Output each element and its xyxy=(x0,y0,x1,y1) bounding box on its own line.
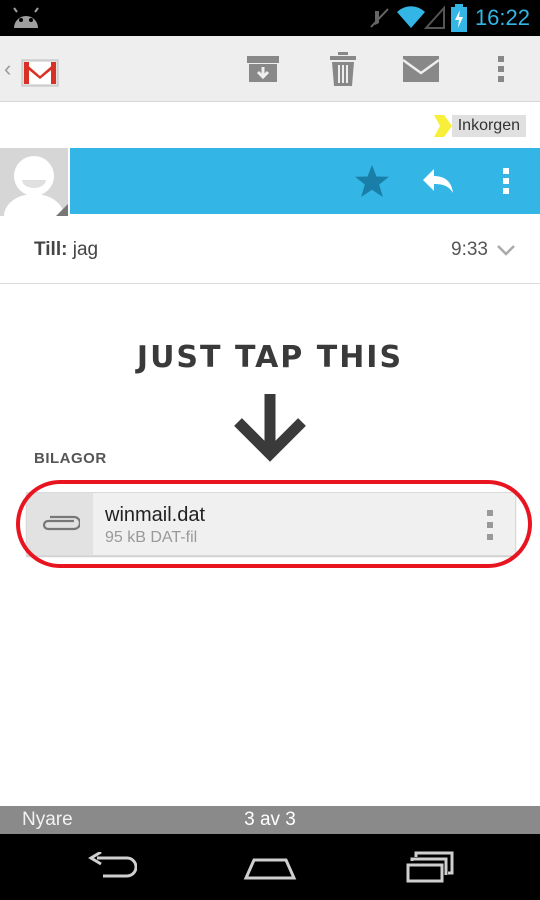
home-icon xyxy=(243,858,297,880)
star-button[interactable] xyxy=(350,159,394,203)
newer-button[interactable]: Nyare xyxy=(22,809,73,831)
chevron-down-icon[interactable] xyxy=(496,242,516,258)
signal-icon xyxy=(424,6,445,29)
android-icon xyxy=(13,7,39,28)
sender-bar[interactable] xyxy=(70,148,540,214)
delete-button[interactable] xyxy=(320,46,366,92)
action-bar: ‹ xyxy=(0,36,540,102)
overflow-menu-button[interactable] xyxy=(478,46,524,92)
reply-icon xyxy=(423,169,453,193)
archive-icon xyxy=(247,56,279,82)
overflow-menu-icon xyxy=(503,168,509,194)
trash-icon xyxy=(330,52,356,86)
annotation-text: JUST TAP THIS xyxy=(136,340,404,375)
gmail-logo-icon[interactable] xyxy=(18,46,62,90)
system-nav-bar xyxy=(0,834,540,900)
recipient-text: Till: jag xyxy=(34,239,98,261)
recent-apps-icon xyxy=(406,851,454,883)
sender-header xyxy=(0,148,540,216)
attachments-header: BILAGOR xyxy=(34,450,107,467)
status-time: 16:22 xyxy=(474,5,530,30)
pager-bar: 3 av 3 Nyare xyxy=(0,806,540,834)
message-time: 9:33 xyxy=(451,239,488,260)
home-button[interactable] xyxy=(240,848,300,886)
highlight-ring xyxy=(16,480,532,568)
mute-icon xyxy=(370,8,389,28)
status-bar: 16:22 xyxy=(0,0,540,36)
label-row: Inkorgen xyxy=(0,102,540,148)
battery-charging-icon xyxy=(451,4,467,32)
to-value: jag xyxy=(72,239,99,260)
sender-overflow-button[interactable] xyxy=(484,159,528,203)
recent-apps-button[interactable] xyxy=(400,848,460,886)
label-chip[interactable]: Inkorgen xyxy=(433,114,526,138)
arrow-down-icon xyxy=(234,394,306,462)
to-label: Till: xyxy=(34,239,68,260)
reply-button[interactable] xyxy=(416,159,460,203)
star-icon xyxy=(355,165,389,197)
label-arrow-icon xyxy=(433,115,452,137)
recipient-row[interactable]: Till: jag 9:33 xyxy=(0,216,540,284)
back-button[interactable] xyxy=(82,848,142,886)
archive-button[interactable] xyxy=(240,46,286,92)
up-caret-icon[interactable]: ‹ xyxy=(4,56,11,82)
mark-unread-icon xyxy=(402,56,440,82)
mark-unread-button[interactable] xyxy=(398,46,444,92)
contact-avatar-icon[interactable] xyxy=(0,148,68,216)
pager-position: 3 av 3 xyxy=(244,809,296,830)
wifi-icon xyxy=(397,6,425,28)
overflow-menu-icon xyxy=(498,56,504,82)
label-name: Inkorgen xyxy=(451,115,526,137)
back-icon xyxy=(88,852,137,878)
